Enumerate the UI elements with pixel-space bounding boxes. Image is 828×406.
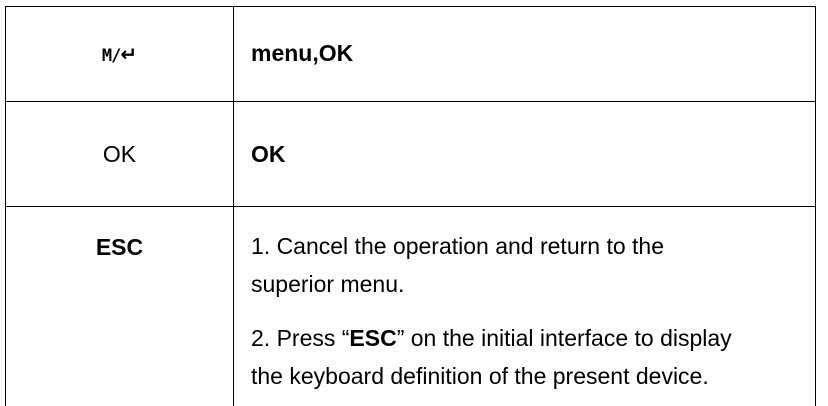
table-row-key-cell: ESC — [95, 234, 144, 260]
description-item-1: 1. Cancel the operation and return to th… — [251, 227, 811, 303]
table-row-key-cell: M/↵ — [6, 38, 233, 71]
key-definition-table: M/↵ menu,OK OK OK ESC 1. Cancel the oper… — [0, 0, 828, 406]
table-row-key-cell: OK — [102, 141, 137, 167]
description-line: the keyboard definition of the present d… — [251, 363, 709, 389]
description-line: superior menu. — [251, 271, 405, 297]
row-divider — [5, 101, 816, 102]
menu-key-icon: M — [101, 46, 112, 66]
row-divider — [5, 206, 816, 207]
table-top-border — [5, 6, 816, 7]
table-row-description: OK — [251, 141, 286, 167]
description-line: 2. Press “ESC” on the initial interface … — [251, 319, 811, 357]
slash-glyph: / — [111, 46, 121, 66]
description-prefix: 2. Press “ — [251, 325, 350, 351]
description-line: 1. Cancel the operation and return to th… — [251, 233, 665, 259]
description-suffix: ” on the initial interface to display — [396, 325, 732, 351]
table-right-border — [815, 6, 816, 406]
table-row-description: menu,OK — [251, 40, 354, 66]
description-item-2: 2. Press “ESC” on the initial interface … — [251, 319, 811, 395]
column-divider — [233, 6, 234, 406]
esc-key-reference: ESC — [349, 325, 397, 351]
enter-key-icon: ↵ — [120, 44, 138, 66]
